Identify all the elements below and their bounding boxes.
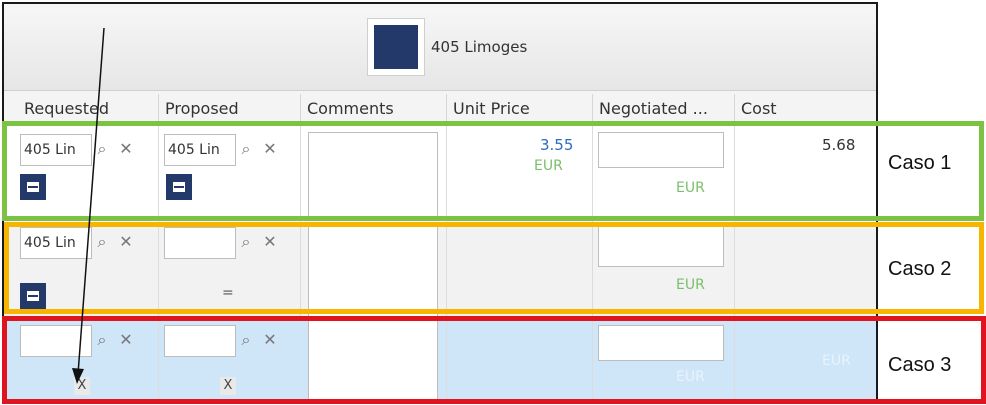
- annotation-arrow: [72, 27, 105, 384]
